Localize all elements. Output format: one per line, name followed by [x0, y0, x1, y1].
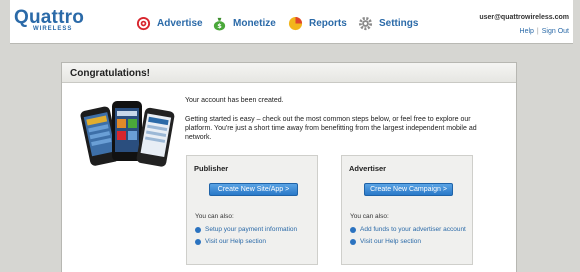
create-new-campaign-button[interactable]: Create New Campaign > — [364, 183, 453, 196]
nav-advertise[interactable]: Advertise — [136, 16, 203, 31]
setup-payment-link[interactable]: Setup your payment information — [195, 226, 297, 233]
nav-reports-label: Reports — [309, 18, 347, 29]
add-funds-label: Add funds to your advertiser account — [360, 226, 466, 233]
target-icon — [136, 16, 151, 31]
svg-text:$: $ — [217, 22, 222, 30]
advertiser-box: Advertiser Create New Campaign > You can… — [341, 155, 473, 265]
top-header: Quattro WIRELESS Advertise $ Monetize Re… — [10, 0, 573, 44]
intro-text: Your account has been created. Getting s… — [185, 96, 495, 142]
publisher-title: Publisher — [194, 164, 229, 173]
nav-advertise-label: Advertise — [157, 18, 203, 29]
publisher-also-label: You can also: — [195, 213, 234, 220]
money-bag-icon: $ — [213, 17, 226, 31]
nav-settings-label: Settings — [379, 18, 419, 29]
quattro-logo[interactable]: Quattro WIRELESS — [14, 7, 85, 32]
bullet-icon — [350, 238, 356, 245]
add-funds-link[interactable]: Add funds to your advertiser account — [350, 226, 466, 233]
bullet-icon — [195, 226, 201, 233]
advertiser-help-label: Visit our Help section — [360, 238, 421, 245]
nav-monetize[interactable]: $ Monetize — [212, 16, 276, 31]
setup-payment-label: Setup your payment information — [205, 226, 298, 233]
publisher-help-label: Visit our Help section — [205, 238, 266, 245]
account-created-text: Your account has been created. — [185, 97, 284, 104]
welcome-panel: Congratulations! Your account has been c… — [61, 62, 517, 272]
bullet-icon — [350, 226, 356, 233]
advertiser-help-link[interactable]: Visit our Help section — [350, 238, 421, 245]
create-new-site-app-button[interactable]: Create New Site/App > — [209, 183, 298, 196]
smartphones-image — [80, 101, 175, 167]
pie-chart-icon — [288, 16, 303, 31]
logo-subtext: WIRELESS — [33, 26, 73, 32]
nav-reports[interactable]: Reports — [288, 16, 347, 31]
publisher-help-link[interactable]: Visit our Help section — [195, 238, 266, 245]
panel-title: Congratulations! — [62, 63, 516, 83]
advertiser-also-label: You can also: — [350, 213, 389, 220]
sign-out-link[interactable]: Sign Out — [542, 28, 569, 35]
nav-settings[interactable]: Settings — [358, 16, 418, 31]
advertiser-title: Advertiser — [349, 164, 387, 173]
nav-monetize-label: Monetize — [233, 18, 276, 29]
publisher-box: Publisher Create New Site/App > You can … — [186, 155, 318, 265]
account-links: Help | Sign Out — [520, 28, 569, 35]
link-separator: | — [536, 28, 539, 35]
getting-started-text: Getting started is easy – check out the … — [185, 116, 477, 141]
help-link[interactable]: Help — [520, 28, 534, 35]
logo-text: uattro — [28, 7, 85, 28]
user-email: user@quattrowireless.com — [479, 14, 569, 21]
logo-q: Q — [14, 7, 29, 28]
gear-icon — [358, 16, 373, 31]
bullet-icon — [195, 238, 201, 245]
